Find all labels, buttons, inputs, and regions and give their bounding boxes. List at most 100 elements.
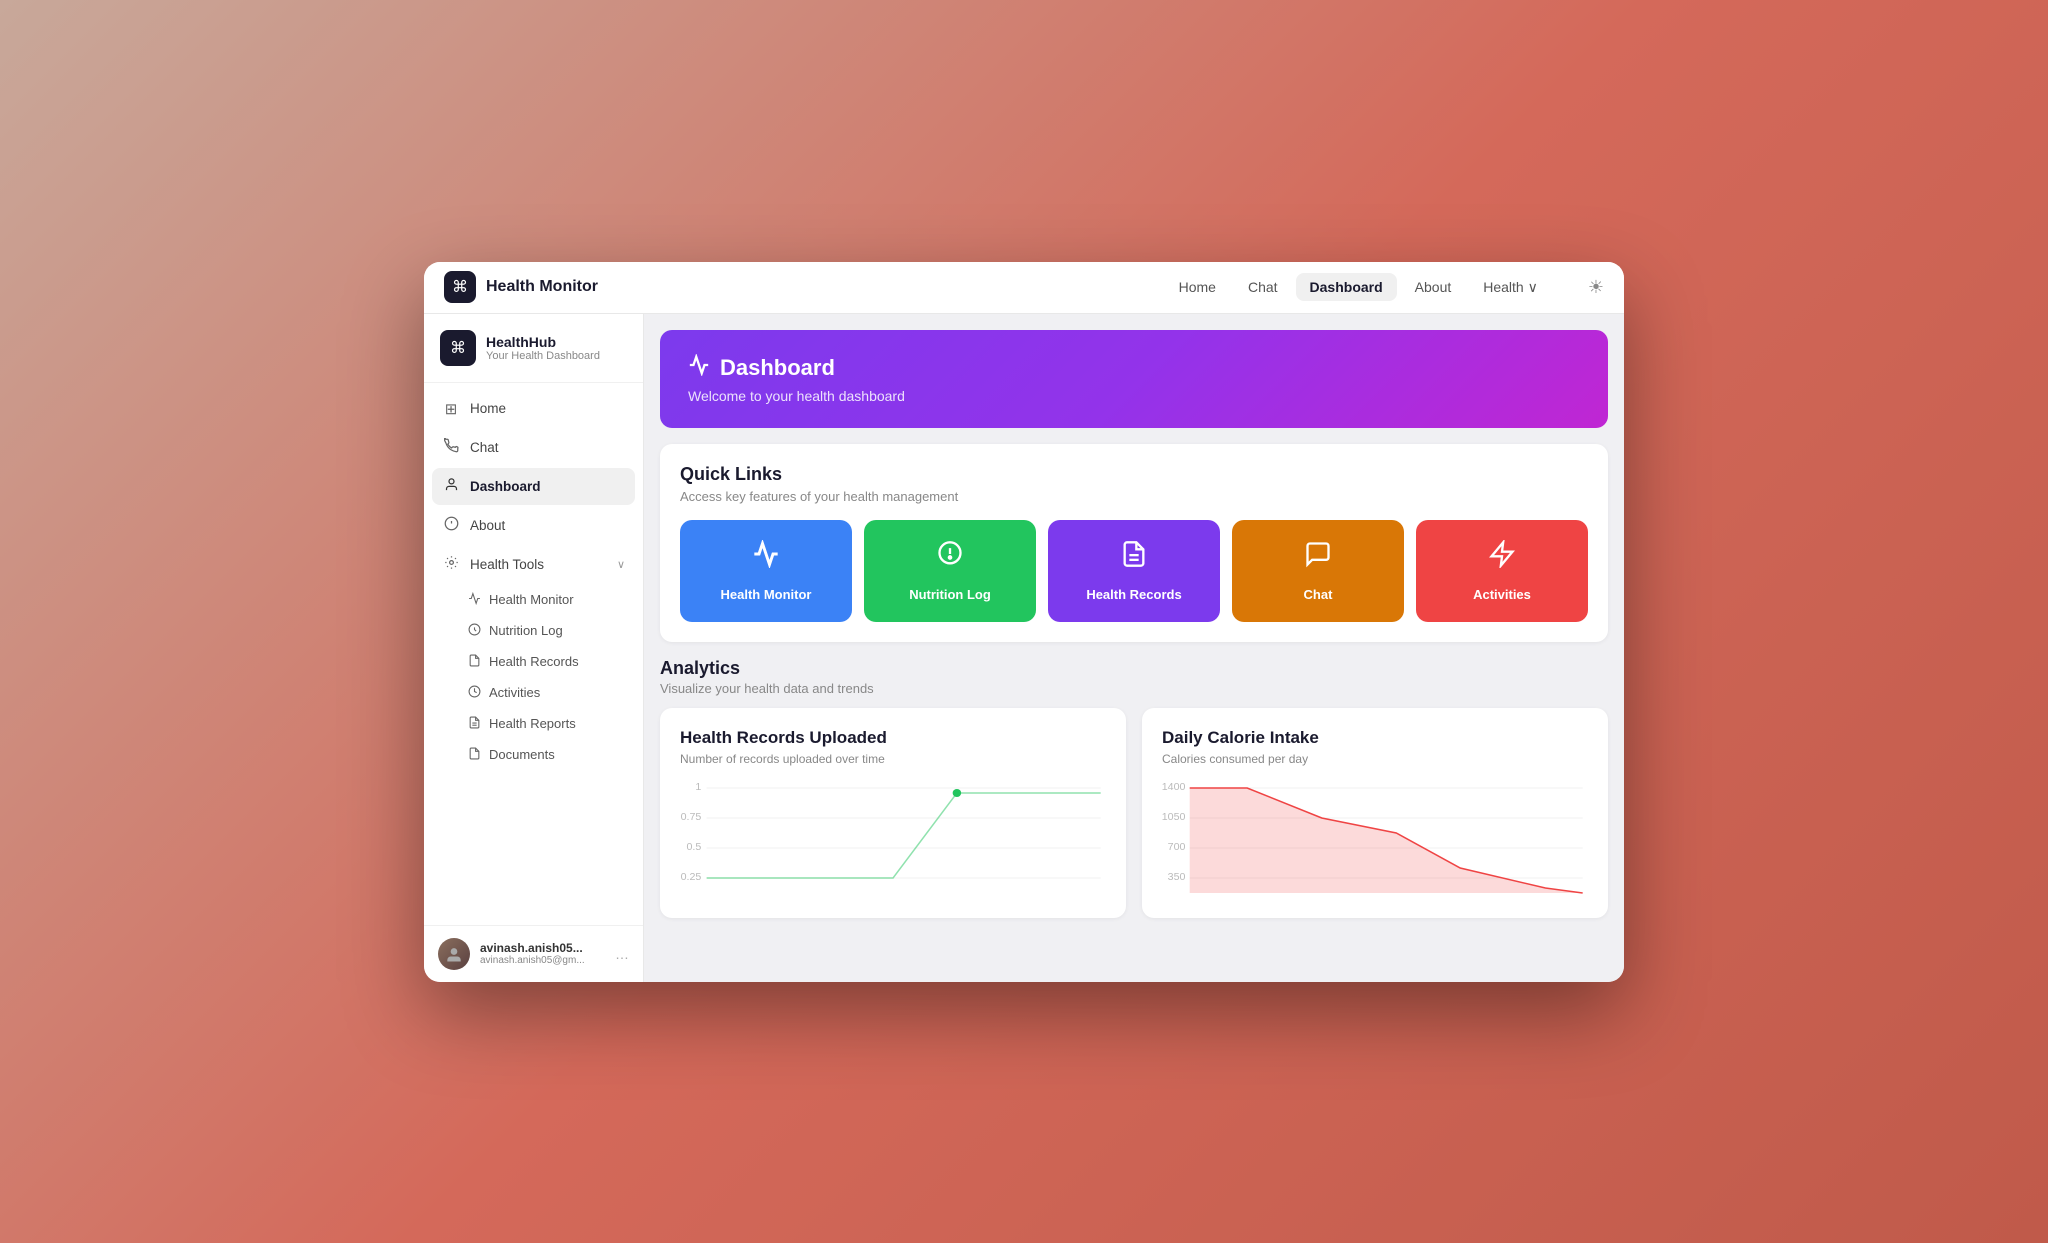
topbar-nav: Home Chat Dashboard About Health ∨: [1165, 273, 1552, 302]
sidebar-hub-icon: ⌘: [440, 330, 476, 366]
topbar-nav-home[interactable]: Home: [1165, 273, 1230, 301]
user-info: avinash.anish05... avinash.anish05@gm...: [480, 941, 605, 966]
sidebar-header: ⌘ HealthHub Your Health Dashboard: [424, 314, 643, 383]
health-records-chart: 1 0.75 0.5 0.25: [680, 778, 1106, 898]
sidebar-sub-documents-label: Documents: [489, 747, 555, 762]
calorie-chart: 1400 1050 700 350: [1162, 778, 1588, 898]
quick-links-title: Quick Links: [680, 464, 1588, 485]
home-icon: ⊞: [442, 400, 460, 418]
calorie-chart-title: Daily Calorie Intake: [1162, 728, 1588, 748]
svg-text:1400: 1400: [1162, 782, 1186, 793]
svg-text:350: 350: [1168, 872, 1186, 883]
sidebar-nav: ⊞ Home Chat Dashboard: [424, 383, 643, 925]
about-icon: [442, 516, 460, 535]
sidebar: ⌘ HealthHub Your Health Dashboard ⊞ Home…: [424, 314, 644, 982]
topbar-logo-icon: ⌘: [444, 271, 476, 303]
topbar: ⌘ Health Monitor Home Chat Dashboard Abo…: [424, 262, 1624, 314]
sidebar-footer: avinash.anish05... avinash.anish05@gm...…: [424, 925, 643, 982]
dashboard-icon: [442, 477, 460, 496]
sidebar-item-activities[interactable]: Activities: [460, 678, 635, 708]
sidebar-sub-nutrition-label: Nutrition Log: [489, 623, 563, 638]
health-records-icon: [468, 654, 481, 670]
sidebar-item-health-monitor[interactable]: Health Monitor: [460, 585, 635, 615]
quick-link-records-icon: [1120, 540, 1148, 575]
analytics-title: Analytics: [660, 658, 1608, 679]
user-more-button[interactable]: …: [615, 946, 629, 962]
topbar-nav-dashboard[interactable]: Dashboard: [1296, 273, 1397, 301]
sidebar-sub-activities-label: Activities: [489, 685, 540, 700]
documents-icon: [468, 747, 481, 763]
sidebar-item-health-reports[interactable]: Health Reports: [460, 709, 635, 739]
health-tools-collapse-icon: ∨: [617, 558, 625, 571]
sidebar-item-home-label: Home: [470, 401, 506, 416]
topbar-logo: ⌘ Health Monitor: [444, 271, 598, 303]
quick-link-nutrition-icon: [936, 540, 964, 575]
sidebar-item-health-tools[interactable]: Health Tools ∨: [432, 546, 635, 583]
calorie-svg: 1400 1050 700 350: [1162, 778, 1588, 898]
sidebar-hub-text: HealthHub Your Health Dashboard: [486, 334, 600, 362]
health-monitor-icon: [468, 592, 481, 608]
sidebar-item-health-tools-label: Health Tools: [470, 557, 544, 572]
analytics-grid: Health Records Uploaded Number of record…: [660, 708, 1608, 918]
sidebar-item-health-records[interactable]: Health Records: [460, 647, 635, 677]
quick-links-card: Quick Links Access key features of your …: [660, 444, 1608, 642]
content-area: Dashboard Welcome to your health dashboa…: [644, 314, 1624, 982]
sidebar-item-home[interactable]: ⊞ Home: [432, 391, 635, 427]
sidebar-sub-health-monitor-label: Health Monitor: [489, 592, 574, 607]
sidebar-item-dashboard[interactable]: Dashboard: [432, 468, 635, 505]
quick-link-activities-label: Activities: [1473, 587, 1531, 602]
quick-link-nutrition-label: Nutrition Log: [909, 587, 991, 602]
calorie-chart-subtitle: Calories consumed per day: [1162, 752, 1588, 766]
user-avatar: [438, 938, 470, 970]
dashboard-banner: Dashboard Welcome to your health dashboa…: [660, 330, 1608, 428]
sidebar-item-about-label: About: [470, 518, 505, 533]
sidebar-submenu-health-tools: Health Monitor Nutrition Log Health Reco…: [432, 585, 635, 770]
user-email: avinash.anish05@gm...: [480, 955, 605, 966]
health-tools-icon: [442, 555, 460, 574]
quick-link-records-label: Health Records: [1086, 587, 1181, 602]
quick-link-health-monitor-label: Health Monitor: [721, 587, 812, 602]
sidebar-sub-health-reports-label: Health Reports: [489, 716, 576, 731]
topbar-app-name: Health Monitor: [486, 278, 598, 296]
quick-link-nutrition-log[interactable]: Nutrition Log: [864, 520, 1036, 622]
quick-links-subtitle: Access key features of your health manag…: [680, 489, 1588, 504]
svg-text:700: 700: [1168, 842, 1186, 853]
quick-link-health-records[interactable]: Health Records: [1048, 520, 1220, 622]
theme-toggle-button[interactable]: ☀: [1588, 277, 1604, 298]
sidebar-item-about[interactable]: About: [432, 507, 635, 544]
svg-text:0.5: 0.5: [686, 842, 701, 853]
quick-link-chat-label: Chat: [1304, 587, 1333, 602]
quick-link-chat[interactable]: Chat: [1232, 520, 1404, 622]
quick-link-activities-icon: [1488, 540, 1516, 575]
nutrition-icon: [468, 623, 481, 639]
health-records-chart-subtitle: Number of records uploaded over time: [680, 752, 1106, 766]
user-name: avinash.anish05...: [480, 941, 605, 955]
dashboard-banner-title: Dashboard: [688, 354, 1580, 382]
svg-text:1050: 1050: [1162, 812, 1186, 823]
main-layout: ⌘ HealthHub Your Health Dashboard ⊞ Home…: [424, 314, 1624, 982]
app-window: ⌘ Health Monitor Home Chat Dashboard Abo…: [424, 262, 1624, 982]
svg-text:1: 1: [695, 782, 701, 793]
topbar-nav-chat[interactable]: Chat: [1234, 273, 1292, 301]
quick-link-activities[interactable]: Activities: [1416, 520, 1588, 622]
analytics-header: Analytics Visualize your health data and…: [660, 658, 1608, 696]
health-records-chart-card: Health Records Uploaded Number of record…: [660, 708, 1126, 918]
analytics-subtitle: Visualize your health data and trends: [660, 681, 1608, 696]
banner-waveform-icon: [688, 354, 710, 382]
sidebar-item-documents[interactable]: Documents: [460, 740, 635, 770]
svg-text:0.25: 0.25: [681, 872, 702, 883]
health-records-chart-title: Health Records Uploaded: [680, 728, 1106, 748]
quick-link-health-monitor-icon: [752, 540, 780, 575]
health-records-svg: 1 0.75 0.5 0.25: [680, 778, 1106, 898]
sidebar-hub-subtitle: Your Health Dashboard: [486, 350, 600, 362]
topbar-nav-about[interactable]: About: [1401, 273, 1466, 301]
health-reports-icon: [468, 716, 481, 732]
sidebar-hub-title: HealthHub: [486, 334, 600, 350]
sidebar-item-chat[interactable]: Chat: [432, 429, 635, 466]
calorie-chart-card: Daily Calorie Intake Calories consumed p…: [1142, 708, 1608, 918]
activities-icon: [468, 685, 481, 701]
topbar-nav-health[interactable]: Health ∨: [1469, 273, 1552, 302]
sidebar-item-nutrition-log[interactable]: Nutrition Log: [460, 616, 635, 646]
svg-text:0.75: 0.75: [681, 812, 702, 823]
quick-link-health-monitor[interactable]: Health Monitor: [680, 520, 852, 622]
